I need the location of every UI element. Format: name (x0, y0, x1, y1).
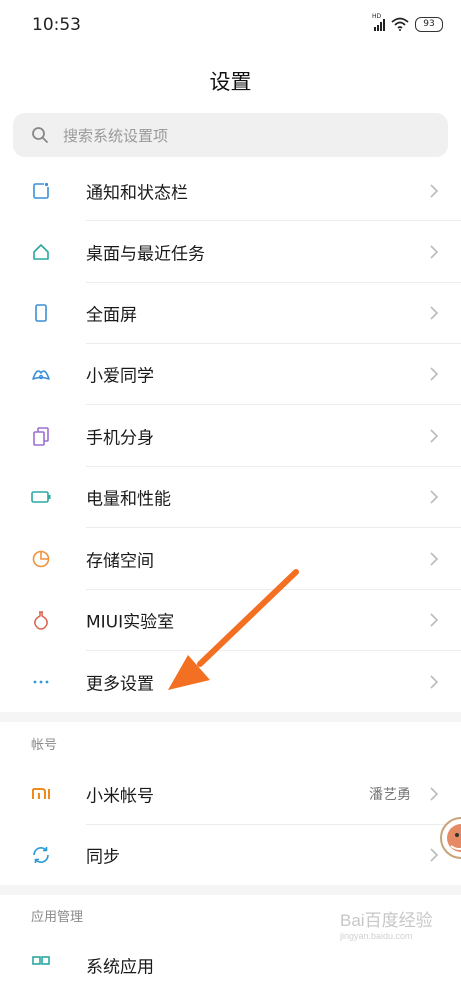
sync-icon (33, 846, 49, 863)
hd-label: HD (372, 13, 382, 20)
chevron-right-icon (430, 428, 439, 443)
settings-item-label: 小米帐号 (86, 786, 154, 806)
settings-item-label: 通知和状态栏 (86, 183, 188, 203)
section-header-app-management: 应用管理 (31, 910, 84, 925)
settings-item-label: 更多设置 (86, 674, 154, 694)
baidu-jingyan-watermark: Bai百度经验 jingyan.baidu.com (340, 906, 460, 956)
chevron-right-icon (430, 244, 439, 259)
battery-indicator: 93 (415, 16, 443, 32)
settings-item-home-screen[interactable]: 桌面与最近任务 (0, 221, 461, 282)
wifi-icon (391, 17, 409, 31)
phone-screen-icon (35, 303, 47, 322)
section-header-account: 帐号 (31, 738, 58, 753)
settings-item-more-settings[interactable]: 更多设置 (0, 651, 461, 712)
chevron-right-icon (430, 489, 439, 504)
watermark-subtext: jingyan.baidu.com (340, 931, 413, 941)
settings-item-battery[interactable]: 电量和性能 (0, 466, 461, 527)
settings-item-notifications[interactable]: 通知和状态栏 (0, 160, 461, 221)
section-separator (0, 712, 461, 722)
chevron-right-icon (430, 305, 439, 320)
settings-item-label: 全面屏 (86, 305, 137, 325)
settings-item-label: MIUI实验室 (86, 612, 175, 632)
settings-item-label: 手机分身 (86, 428, 154, 448)
settings-item-sync[interactable]: 同步 (0, 824, 461, 885)
settings-item-full-screen[interactable]: 全面屏 (0, 282, 461, 343)
watermark-text: Bai百度经验 (340, 911, 433, 930)
notification-bar-icon (33, 181, 49, 199)
search-placeholder: 搜索系统设置项 (63, 126, 169, 145)
account-username: 潘艺勇 (369, 786, 411, 803)
search-input[interactable]: 搜索系统设置项 (13, 113, 448, 157)
apps-grid-icon (32, 956, 50, 965)
chevron-right-icon (430, 786, 439, 801)
more-dots-icon (33, 680, 49, 683)
status-icons: HD 93 (372, 13, 443, 34)
flask-icon (34, 610, 48, 630)
storage-pie-icon (32, 550, 50, 567)
mascot-sticker (440, 817, 461, 859)
hd-signal-icon: HD (372, 13, 385, 31)
section-separator (0, 885, 461, 895)
settings-item-xiaoai[interactable]: 小爱同学 (0, 343, 461, 404)
settings-item-label: 电量和性能 (86, 489, 171, 509)
status-bar: 10:53 HD 93 (0, 0, 461, 50)
home-icon (33, 243, 49, 260)
search-icon (32, 127, 48, 143)
settings-item-mi-account[interactable]: 小米帐号 潘艺勇 (0, 763, 461, 824)
settings-item-miui-lab[interactable]: MIUI实验室 (0, 589, 461, 650)
chevron-right-icon (430, 612, 439, 627)
status-time: 10:53 (32, 15, 81, 35)
battery-icon (31, 490, 51, 503)
page-title: 设置 (209, 70, 252, 94)
settings-item-label: 小爱同学 (86, 366, 154, 386)
settings-item-storage[interactable]: 存储空间 (0, 528, 461, 589)
settings-item-label: 存储空间 (86, 551, 154, 571)
settings-item-dual-apps[interactable]: 手机分身 (0, 405, 461, 466)
chevron-right-icon (430, 366, 439, 381)
dual-phone-icon (33, 426, 49, 446)
settings-item-label: 同步 (86, 847, 120, 867)
mi-logo-icon (32, 787, 50, 799)
chevron-right-icon (430, 551, 439, 566)
settings-item-label: 系统应用 (86, 957, 154, 978)
chevron-right-icon (430, 183, 439, 198)
settings-item-label: 桌面与最近任务 (86, 244, 205, 264)
xiaoai-assistant-icon (32, 369, 50, 380)
chevron-right-icon (430, 674, 439, 689)
